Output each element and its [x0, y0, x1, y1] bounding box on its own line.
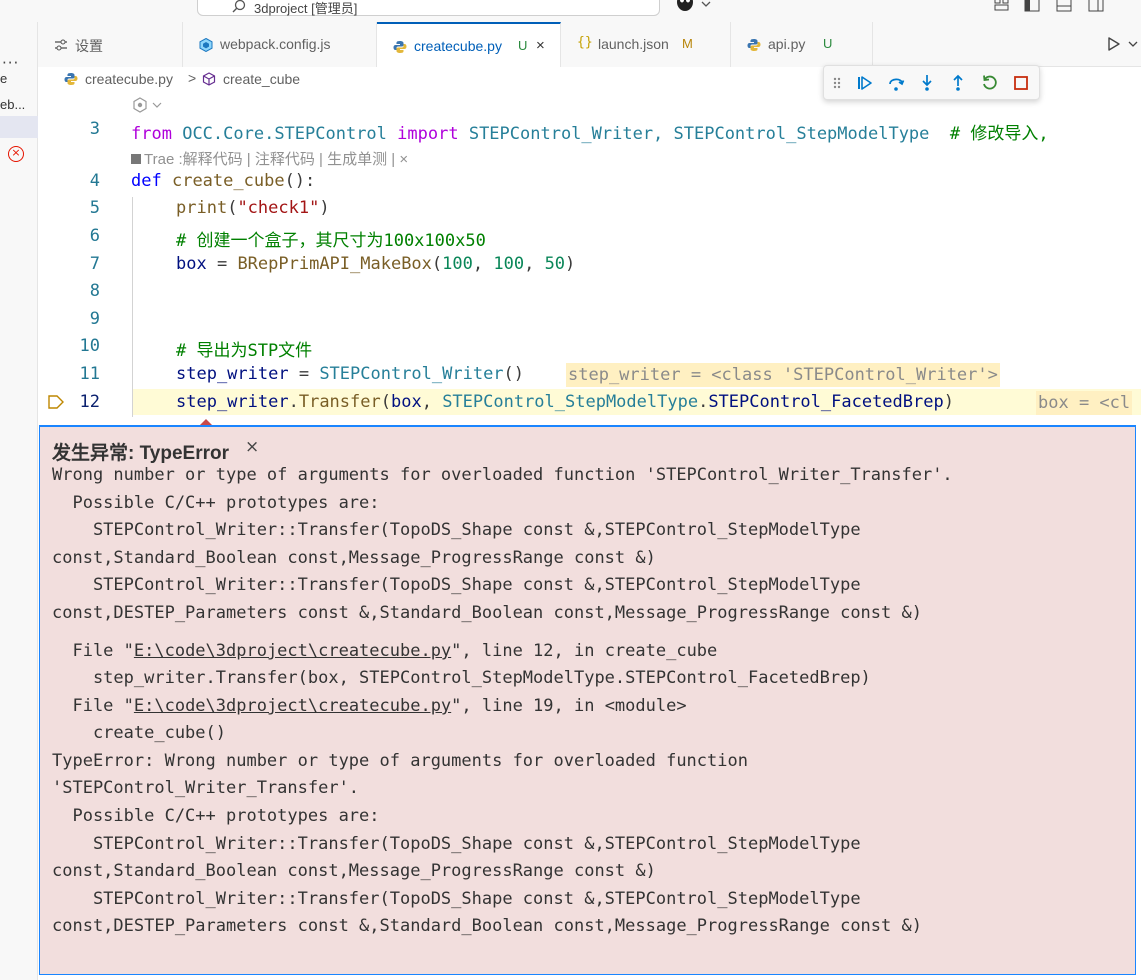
tab-label: 设置 — [75, 38, 103, 54]
exception-tail-line: TypeError: Wrong number or type of argum… — [52, 751, 748, 771]
toggle-sidebar-icon[interactable] — [1023, 0, 1041, 13]
breadcrumb-file[interactable]: createcube.py — [85, 71, 173, 87]
exception-tail-line: const,Standard_Boolean const,Message_Pro… — [52, 861, 656, 881]
line-number: 5 — [89, 198, 100, 218]
line-number: 4 — [89, 171, 100, 191]
restart-icon[interactable] — [981, 74, 999, 92]
code-line-11: step_writer = STEPControl_Writer() — [176, 364, 525, 384]
more-icon[interactable]: ··· — [2, 54, 19, 72]
code-line-4: def create_cube(): — [131, 171, 316, 191]
exception-tail-line: Possible C/C++ prototypes are: — [52, 806, 380, 826]
python-file-icon — [64, 73, 78, 85]
title-bar: 3dproject [管理员] — [0, 0, 1141, 22]
json-braces-icon: {} — [577, 35, 593, 50]
exception-message-line: STEPControl_Writer::Transfer(TopoDS_Shap… — [52, 520, 861, 540]
debug-stack-frame-icon[interactable] — [48, 395, 64, 409]
config-file-icon — [199, 38, 213, 52]
code-line-3: from OCC.Core.STEPControl import STEPCon… — [131, 124, 1049, 144]
tab-launch-json[interactable]: {} launch.json M — [561, 22, 731, 67]
drag-handle-icon[interactable] — [832, 74, 842, 92]
line-number: 11 — [79, 364, 100, 384]
exception-message-line: const,DESTEP_Parameters const &,Standard… — [52, 603, 922, 623]
file-link[interactable]: E:\code\3dproject\createcube.py — [134, 696, 451, 716]
settings-icon — [55, 39, 67, 51]
python-file-icon — [747, 39, 761, 51]
tab-label: launch.json — [598, 36, 669, 52]
code-line-12: step_writer.Transfer(box, STEPControl_St… — [176, 392, 954, 412]
search-title-text: 3dproject [管理员] — [254, 1, 358, 16]
inline-debug-value: step_writer = <class 'STEPControl_Writer… — [566, 363, 1000, 387]
exception-message-line: Wrong number or type of arguments for ov… — [52, 465, 953, 485]
exception-title: 发生异常: TypeError — [52, 443, 230, 464]
code-line-10: # 导出为STP文件 — [176, 341, 313, 361]
step-into-icon[interactable] — [918, 74, 936, 92]
line-number: 9 — [89, 309, 100, 329]
exception-message-line: const,Standard_Boolean const,Message_Pro… — [52, 548, 656, 568]
activity-bar: ··· e eb... × — [0, 22, 38, 980]
traceback-code-line: step_writer.Transfer(box, STEPControl_St… — [52, 668, 871, 688]
inline-debug-value: box = <cl — [1036, 391, 1133, 415]
chevron-down-icon[interactable] — [1128, 36, 1138, 52]
traceback-code-line: create_cube() — [52, 723, 226, 743]
continue-icon[interactable] — [856, 74, 874, 92]
sidebar-item-truncated-1[interactable]: e — [0, 71, 7, 86]
toggle-secondary-sidebar-icon[interactable] — [1087, 0, 1105, 13]
tab-status-untracked: U — [518, 38, 528, 53]
exception-widget: 发生异常: TypeError × Wrong number or type o… — [39, 425, 1136, 975]
tab-label: api.py — [768, 36, 806, 52]
tab-settings[interactable]: 设置 — [38, 22, 183, 67]
run-icon[interactable] — [1106, 36, 1122, 52]
exception-message-line: STEPControl_Writer::Transfer(TopoDS_Shap… — [52, 575, 861, 595]
copilot-icon[interactable] — [676, 0, 712, 16]
stop-icon[interactable] — [1012, 74, 1030, 92]
traceback-line: File "E:\code\3dproject\createcube.py", … — [52, 696, 687, 716]
tab-api-py[interactable]: api.py U — [731, 22, 873, 67]
line-number: 3 — [89, 119, 100, 139]
sidebar-selected-row[interactable] — [0, 116, 38, 138]
breadcrumb-separator: > — [188, 70, 197, 86]
python-file-icon — [393, 41, 407, 53]
code-editor[interactable]: 3 4 5 6 7 8 9 10 11 12 from OCC.Core.STE… — [38, 93, 1141, 980]
command-center-search[interactable]: 3dproject [管理员] — [197, 0, 660, 16]
breadcrumb-symbol[interactable]: create_cube — [223, 71, 300, 87]
line-number: 8 — [89, 281, 100, 301]
tab-createcube[interactable]: createcube.py U × — [377, 22, 561, 68]
exception-tail-line: const,DESTEP_Parameters const &,Standard… — [52, 916, 922, 936]
code-line-7: box = BRepPrimAPI_MakeBox(100, 100, 50) — [176, 254, 576, 274]
error-icon: × — [8, 146, 24, 162]
step-out-icon[interactable] — [949, 74, 967, 92]
code-line-6: # 创建一个盒子，其尺寸为100x100x50 — [176, 231, 486, 251]
exception-tail-line: STEPControl_Writer::Transfer(TopoDS_Shap… — [52, 834, 861, 854]
line-number: 7 — [89, 254, 100, 274]
toggle-panel-icon[interactable] — [1055, 0, 1073, 13]
exception-tail-line: STEPControl_Writer::Transfer(TopoDS_Shap… — [52, 889, 861, 909]
codelens-hint[interactable]: Trae :解释代码 | 注释代码 | 生成单测 | × — [131, 148, 408, 169]
step-over-icon[interactable] — [887, 74, 905, 92]
exception-message-line: Possible C/C++ prototypes are: — [52, 493, 380, 513]
exception-tail-line: 'STEPControl_Writer_Transfer'. — [52, 778, 360, 798]
tab-label: webpack.config.js — [220, 36, 331, 52]
function-symbol-icon — [202, 72, 216, 86]
tab-webpack-config[interactable]: webpack.config.js — [183, 22, 377, 67]
ai-assist-icon[interactable] — [131, 96, 167, 114]
line-number: 10 — [79, 336, 100, 356]
tab-status-untracked: U — [823, 36, 833, 51]
customize-layout-icon[interactable] — [993, 0, 1011, 13]
code-line-5: print("check1") — [176, 198, 330, 218]
close-icon[interactable]: × — [536, 37, 545, 54]
file-link[interactable]: E:\code\3dproject\createcube.py — [134, 641, 451, 661]
indent-guide — [132, 197, 133, 417]
tab-label: createcube.py — [414, 38, 502, 54]
tab-bar: 设置 webpack.config.js createcube.py U × {… — [38, 22, 1141, 68]
traceback-line: File "E:\code\3dproject\createcube.py", … — [52, 641, 718, 661]
close-icon[interactable]: × — [245, 437, 259, 457]
trae-logo-icon — [131, 154, 141, 164]
sidebar-item-truncated-2[interactable]: eb... — [0, 97, 25, 112]
search-icon — [232, 0, 246, 13]
debug-toolbar — [823, 65, 1040, 100]
tab-status-modified: M — [682, 36, 693, 51]
line-number: 6 — [89, 226, 100, 246]
